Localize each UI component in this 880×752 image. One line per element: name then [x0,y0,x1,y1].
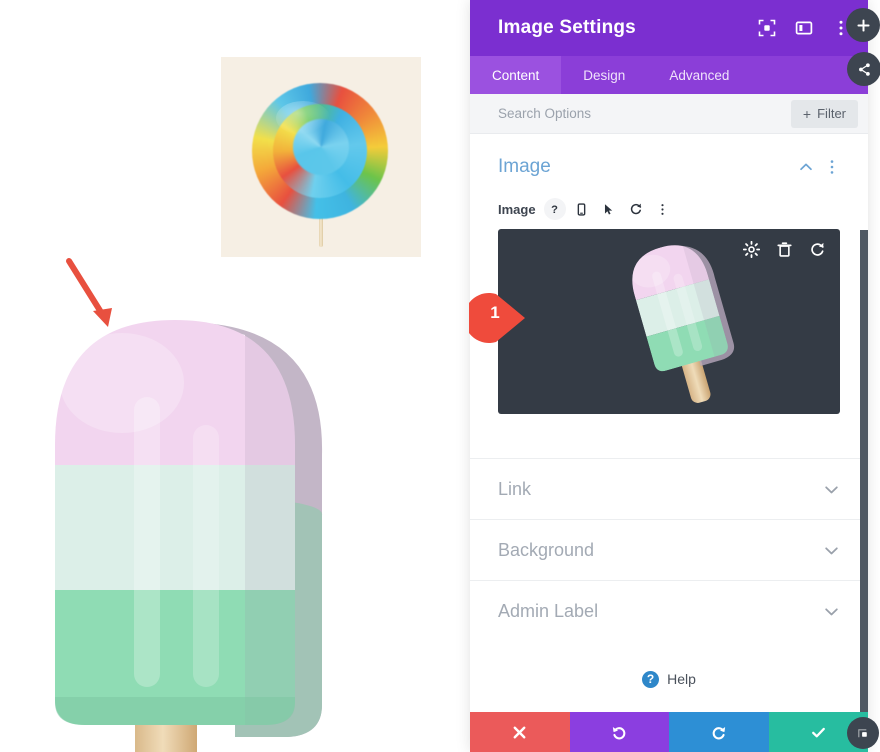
section-background-title: Background [498,539,595,560]
tab-advanced[interactable]: Advanced [647,56,751,94]
image-section-title: Image [498,156,551,177]
chevron-down-icon[interactable] [823,481,840,498]
help-label: Help [667,671,696,687]
annotation-badge-1: 1 [464,292,527,344]
filter-button[interactable]: + Filter [790,99,858,128]
help-link[interactable]: ? Help [470,651,868,707]
section-admin-label[interactable]: Admin Label [470,580,868,641]
section-background[interactable]: Background [470,519,868,580]
share-button[interactable] [847,52,880,86]
reset-icon[interactable] [809,241,826,258]
chevron-down-icon[interactable] [823,603,840,620]
annotation-badge-number: 1 [490,303,500,322]
svg-text:?: ? [551,204,558,216]
header-icon-group [758,19,850,37]
tab-content[interactable]: Content [470,56,562,94]
panel-body: Image Image ? Link Background Admin Labe… [470,134,868,712]
layout-columns-icon[interactable] [795,19,813,37]
chevron-up-icon[interactable] [798,159,814,175]
delete-trash-icon[interactable] [776,241,793,258]
panel-title: Image Settings [498,17,636,38]
settings-gear-icon[interactable] [743,241,760,258]
panel-header: Image Settings [470,0,868,56]
collapsed-sections: Link Background Admin Label [470,458,868,641]
resize-handle[interactable] [847,717,879,749]
image-preview-actions [743,241,826,258]
image-preview[interactable] [498,229,840,414]
reset-icon[interactable] [625,198,647,220]
image-field-label: Image [498,201,536,217]
more-options-icon[interactable] [824,159,840,175]
lollipop-image [221,57,421,257]
panel-scroll-thumb[interactable] [860,230,868,712]
image-section: Image Image ? [470,134,868,414]
resize-icon [857,728,867,737]
search-input[interactable] [498,106,791,121]
add-module-button[interactable] [846,8,880,42]
search-bar: + Filter [470,94,868,134]
more-options-icon[interactable] [652,198,674,220]
undo-button[interactable] [569,712,669,752]
section-link-title: Link [498,478,532,499]
panel-action-bar [470,712,868,752]
image-field-label-row: Image ? [498,198,840,220]
plus-icon [856,18,870,32]
section-link[interactable]: Link [470,458,868,519]
hover-cursor-icon[interactable] [598,198,620,220]
chevron-down-icon[interactable] [823,542,840,559]
section-admin-label-title: Admin Label [498,600,599,621]
fullscreen-icon[interactable] [758,19,776,37]
popsicle-thumbnail [626,239,735,403]
tab-design[interactable]: Design [561,56,647,94]
panel-tabs: Content Design Advanced [470,56,868,94]
popsicle-image [55,320,323,752]
lollipop-graphic [221,57,421,257]
panel-scrollbar[interactable] [859,230,868,712]
image-settings-panel: Image Settings Content Design Advanced S… [470,0,880,752]
help-icon[interactable]: ? [543,198,566,220]
redo-button[interactable] [669,712,769,752]
responsive-device-icon[interactable] [571,198,593,220]
cancel-button[interactable] [470,712,570,752]
filter-label: Filter [817,106,846,121]
page-canvas [0,0,470,752]
share-icon [858,62,870,76]
image-section-header: Image [498,156,840,178]
help-icon: ? [642,670,660,688]
plus-icon: + [802,105,812,122]
lollipop-gloss [276,101,330,135]
